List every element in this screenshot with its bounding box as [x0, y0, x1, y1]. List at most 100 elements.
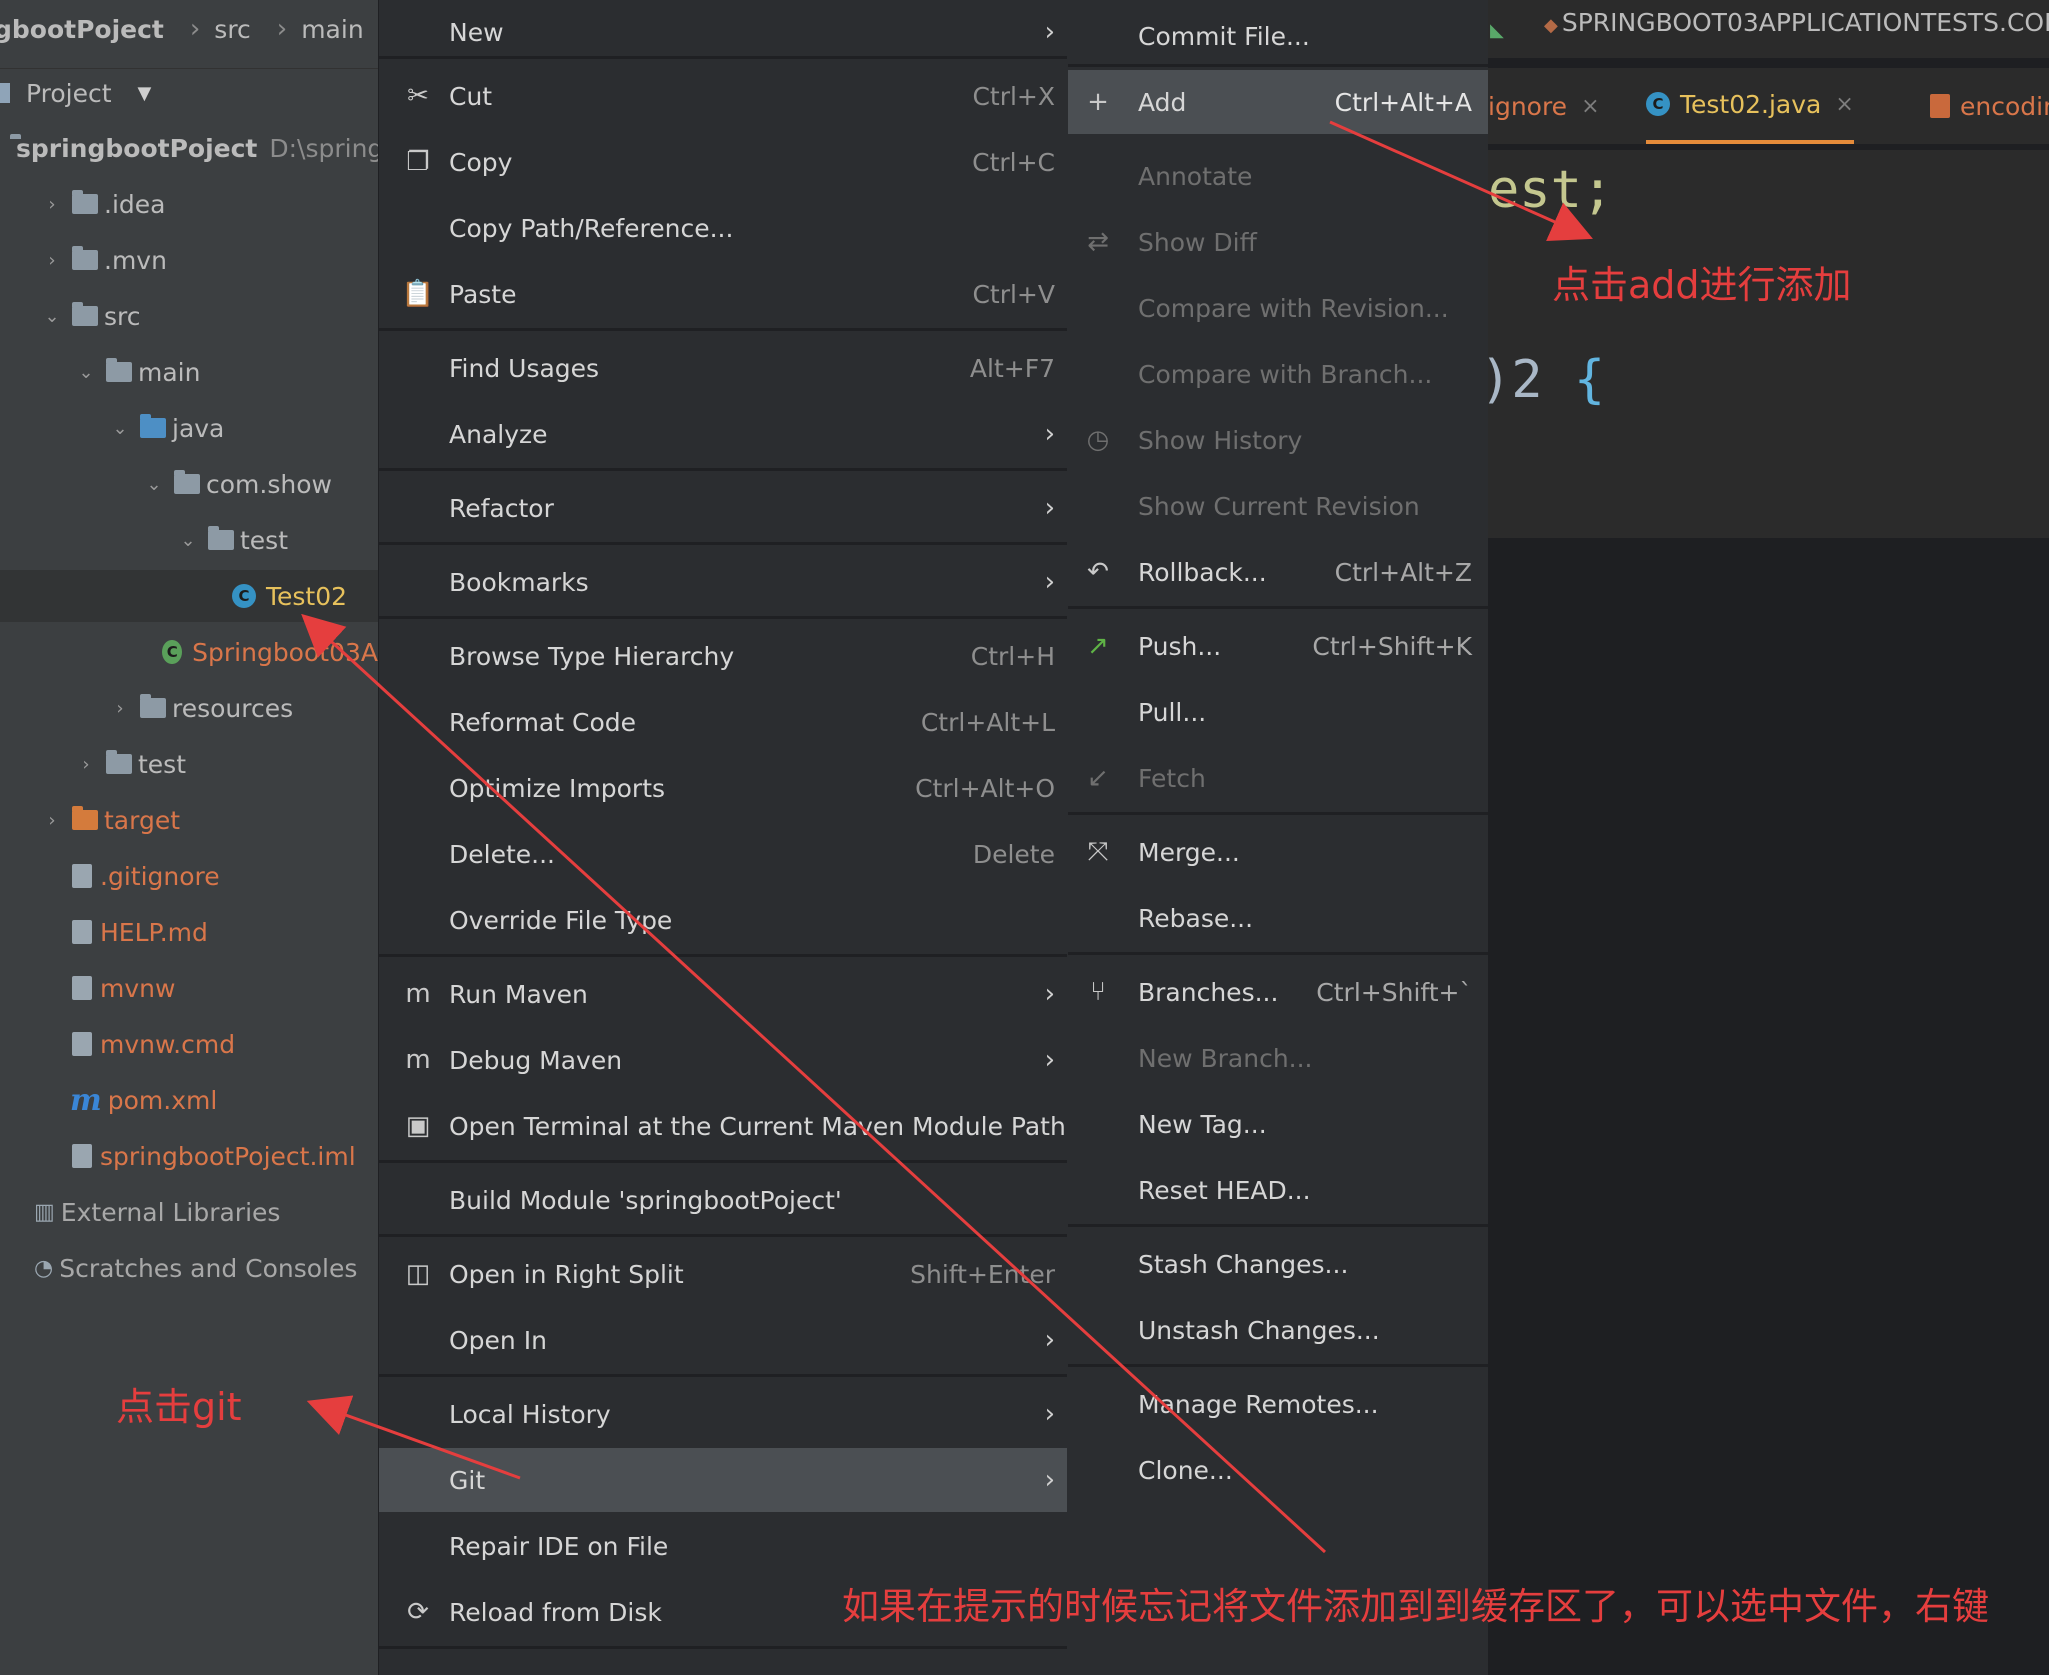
menu-item-override-file-type[interactable]: Override File Type: [379, 888, 1067, 952]
tree-item[interactable]: › test: [0, 738, 378, 790]
tree-item[interactable]: C Test02: [0, 570, 378, 622]
project-view-header[interactable]: Project ▼: [0, 68, 378, 117]
menu-item-run-maven[interactable]: m Run Maven ›: [379, 962, 1067, 1026]
tree-item[interactable]: .gitignore: [0, 850, 378, 902]
git-item-manage-remotes[interactable]: Manage Remotes...: [1068, 1372, 1488, 1436]
git-item-rebase[interactable]: Rebase...: [1068, 886, 1488, 950]
tree-item[interactable]: › target: [0, 794, 378, 846]
menu-separator: [1068, 64, 1488, 67]
close-icon[interactable]: ×: [1581, 94, 1599, 119]
git-item-clone[interactable]: Clone...: [1068, 1438, 1488, 1502]
menu-item-label: Compare with Revision...: [1138, 293, 1449, 323]
tree-item[interactable]: springbootPoject.iml: [0, 1130, 378, 1182]
git-item-pull[interactable]: Pull...: [1068, 680, 1488, 744]
editor-tab-label: ignore: [1488, 91, 1568, 121]
editor-tabs: ignore × C Test02.java × encodings.xm: [1488, 68, 2049, 144]
menu-item-open-in-right-split[interactable]: ◫ Open in Right Split Shift+Enter: [379, 1242, 1067, 1306]
git-item-compare-with-branch: Compare with Branch...: [1068, 342, 1488, 406]
menu-item-browse-type-hierarchy[interactable]: Browse Type Hierarchy Ctrl+H: [379, 624, 1067, 688]
tree-item[interactable]: ⌄ com.show: [0, 458, 378, 510]
menu-item-open-in[interactable]: Open In ›: [379, 1308, 1067, 1372]
menu-item-copy-path-reference[interactable]: Copy Path/Reference...: [379, 196, 1067, 260]
git-item-merge[interactable]: ⤧ Merge...: [1068, 820, 1488, 884]
breadcrumb-main[interactable]: main: [301, 15, 363, 44]
run-configuration-selector[interactable]: ◆ SPRINGBOOT03APPLICATIONTESTS.CON: [1544, 8, 2049, 37]
git-item-reset-head[interactable]: Reset HEAD...: [1068, 1158, 1488, 1222]
tree-item-label: java: [172, 413, 225, 443]
tree-item[interactable]: springbootPoject D:\springb: [0, 122, 378, 174]
breadcrumb-project[interactable]: gbootPoject: [0, 15, 164, 44]
menu-item-local-history[interactable]: Local History ›: [379, 1382, 1067, 1446]
chevron-right-icon[interactable]: ›: [76, 754, 96, 775]
git-item-add[interactable]: + Add Ctrl+Alt+A: [1068, 70, 1488, 134]
editor-tab[interactable]: encodings.xm: [1930, 68, 2049, 144]
menu-item-reformat-code[interactable]: Reformat Code Ctrl+Alt+L: [379, 690, 1067, 754]
menu-item-new[interactable]: New ›: [379, 0, 1067, 64]
java-class-icon: C: [162, 640, 183, 664]
tree-item[interactable]: › resources: [0, 682, 378, 734]
menu-item-git[interactable]: Git ›: [379, 1448, 1067, 1512]
menu-item-bookmarks[interactable]: Bookmarks ›: [379, 550, 1067, 614]
git-item-stash-changes[interactable]: Stash Changes...: [1068, 1232, 1488, 1296]
tree-item[interactable]: C Springboot03A: [0, 626, 378, 678]
git-item-push[interactable]: ↗ Push... Ctrl+Shift+K: [1068, 614, 1488, 678]
menu-item-build-module-springbootpoject[interactable]: Build Module 'springbootPoject': [379, 1168, 1067, 1232]
chevron-down-icon[interactable]: ⌄: [110, 418, 130, 439]
menu-item-repair-ide-on-file[interactable]: Repair IDE on File: [379, 1514, 1067, 1578]
menu-item-shortcut: Ctrl+C: [972, 147, 1055, 177]
tree-item[interactable]: ⌄ main: [0, 346, 378, 398]
menu-item-label: Git: [449, 1465, 486, 1495]
menu-item-label: Analyze: [449, 419, 548, 449]
chevron-down-icon[interactable]: ▼: [138, 83, 152, 104]
menu-item-shortcut: Ctrl+X: [972, 81, 1055, 111]
menu-item-open-terminal-at-the-current-maven-module-path[interactable]: ▣ Open Terminal at the Current Maven Modu…: [379, 1094, 1067, 1158]
menu-item-shortcut: Alt+F7: [969, 353, 1055, 383]
menu-item-delete[interactable]: Delete... Delete: [379, 822, 1067, 886]
menu-item-debug-maven[interactable]: m Debug Maven ›: [379, 1028, 1067, 1092]
tree-item[interactable]: m pom.xml: [0, 1074, 378, 1126]
tree-item[interactable]: mvnw.cmd: [0, 1018, 378, 1070]
git-item-rollback[interactable]: ↶ Rollback... Ctrl+Alt+Z: [1068, 540, 1488, 604]
menu-item-shortcut: Ctrl+Alt+L: [920, 707, 1055, 737]
menu-item-cut[interactable]: ✂ Cut Ctrl+X: [379, 64, 1067, 128]
tree-item[interactable]: ⌄ test: [0, 514, 378, 566]
chevron-down-icon[interactable]: ⌄: [42, 306, 62, 327]
tree-item[interactable]: ▥ External Libraries: [0, 1186, 378, 1238]
chevron-down-icon[interactable]: ⌄: [178, 530, 198, 551]
tree-item[interactable]: HELP.md: [0, 906, 378, 958]
tree-item[interactable]: mvnw: [0, 962, 378, 1014]
editor-tab[interactable]: C Test02.java ×: [1646, 68, 1854, 144]
breadcrumb-src[interactable]: src: [214, 15, 251, 44]
git-item-new-tag[interactable]: New Tag...: [1068, 1092, 1488, 1156]
chevron-right-icon[interactable]: ›: [42, 250, 62, 271]
git-item-unstash-changes[interactable]: Unstash Changes...: [1068, 1298, 1488, 1362]
menu-item-copy[interactable]: ❐ Copy Ctrl+C: [379, 130, 1067, 194]
menu-item-analyze[interactable]: Analyze ›: [379, 402, 1067, 466]
tree-item[interactable]: ⌄ src: [0, 290, 378, 342]
editor-tab[interactable]: ignore ×: [1488, 68, 1600, 144]
menu-item-refactor[interactable]: Refactor ›: [379, 476, 1067, 540]
menu-item-optimize-imports[interactable]: Optimize Imports Ctrl+Alt+O: [379, 756, 1067, 820]
menu-separator: [1068, 952, 1488, 955]
close-icon[interactable]: ×: [1835, 92, 1853, 117]
tree-item-label: .gitignore: [100, 861, 220, 891]
chevron-right-icon[interactable]: ›: [110, 698, 130, 719]
menu-item-find-usages[interactable]: Find Usages Alt+F7: [379, 336, 1067, 400]
tree-item[interactable]: ⌄ java: [0, 402, 378, 454]
file-icon: [72, 976, 92, 1000]
tree-item[interactable]: › .mvn: [0, 234, 378, 286]
chevron-down-icon[interactable]: ⌄: [144, 474, 164, 495]
menu-item-label: Open In: [449, 1325, 547, 1355]
menu-item-label: Open in Right Split: [449, 1259, 684, 1289]
chevron-right-icon[interactable]: ›: [42, 194, 62, 215]
git-item-branches[interactable]: ⑂ Branches... Ctrl+Shift+`: [1068, 960, 1488, 1024]
tree-item[interactable]: ◔ Scratches and Consoles: [0, 1242, 378, 1294]
breadcrumb-separator-icon: ›: [189, 14, 201, 44]
chevron-right-icon[interactable]: ›: [42, 810, 62, 831]
git-item-commit-file[interactable]: Commit File...: [1068, 4, 1488, 68]
menu-item-shortcut: Ctrl+Shift+K: [1312, 631, 1472, 661]
menu-item-paste[interactable]: 📋 Paste Ctrl+V: [379, 262, 1067, 326]
folder-icon: [72, 806, 98, 830]
chevron-down-icon[interactable]: ⌄: [76, 362, 96, 383]
tree-item[interactable]: › .idea: [0, 178, 378, 230]
